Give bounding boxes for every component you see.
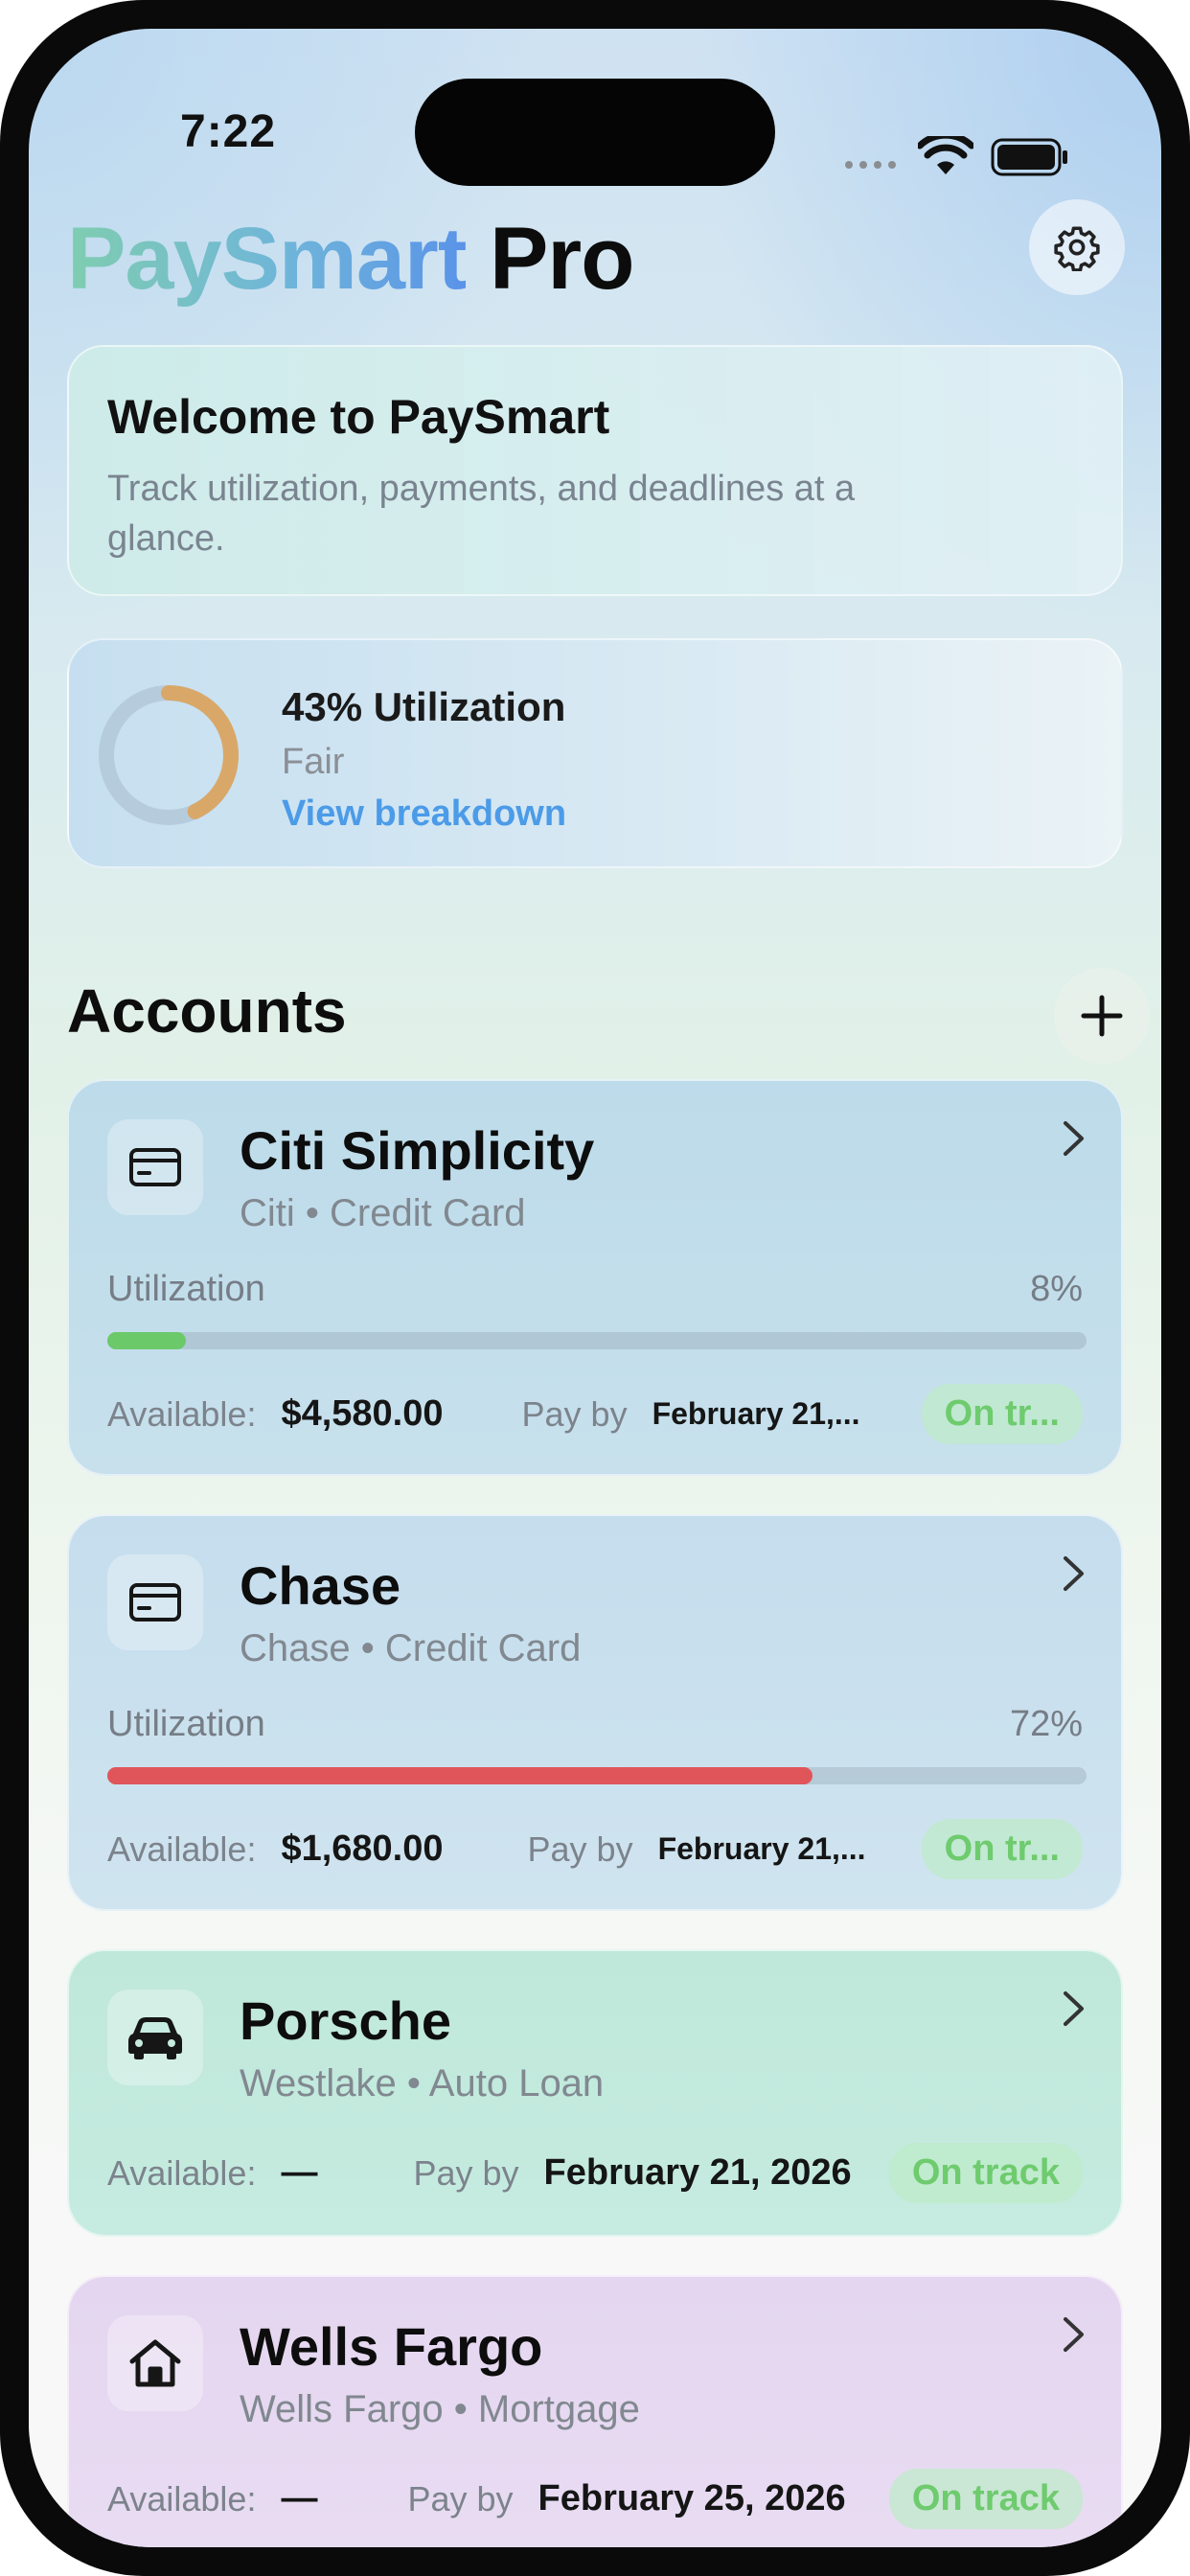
pay-by-date: February 21,... bbox=[657, 1831, 866, 1866]
accounts-heading: Accounts bbox=[67, 977, 347, 1046]
house-icon bbox=[129, 2339, 181, 2387]
utilization-label: Utilization bbox=[107, 1704, 265, 1744]
welcome-subtitle: Track utilization, payments, and deadlin… bbox=[107, 469, 856, 559]
available-value: — bbox=[281, 2478, 318, 2518]
account-icon-box bbox=[107, 1554, 203, 1650]
status-time: 7:22 bbox=[180, 106, 277, 157]
chevron-right-icon bbox=[1064, 1991, 1084, 2026]
account-card-chase[interactable]: Chase Chase • Credit Card Utilization 72… bbox=[67, 1514, 1123, 1911]
chevron-right-icon bbox=[1064, 1121, 1084, 1156]
add-account-button[interactable] bbox=[1054, 968, 1150, 1064]
status-badge: On track bbox=[888, 2469, 1083, 2529]
welcome-title: Welcome to PaySmart bbox=[107, 390, 610, 444]
available-label: Available: bbox=[107, 1393, 257, 1434]
chevron-right-icon bbox=[1064, 2317, 1084, 2352]
available-label: Available: bbox=[107, 2478, 257, 2518]
available-value: $1,680.00 bbox=[281, 1828, 444, 1869]
settings-button[interactable] bbox=[1029, 199, 1125, 295]
account-icon-box bbox=[107, 1119, 203, 1215]
utilization-bar-fill bbox=[107, 1767, 812, 1784]
available-value: $4,580.00 bbox=[281, 1393, 444, 1434]
account-subtitle: Wells Fargo • Mortgage bbox=[240, 2388, 640, 2430]
device-frame: 7:22 PaySmart Pro Welcome to PaySmart Tr… bbox=[0, 0, 1190, 2576]
status-badge: On track bbox=[888, 2143, 1083, 2203]
credit-card-icon bbox=[129, 1148, 181, 1186]
account-summary-row: Available: — Pay by February 25, 2026 On… bbox=[107, 2469, 1083, 2529]
account-name: Porsche bbox=[240, 1990, 451, 2051]
utilization-bar bbox=[107, 1767, 1087, 1784]
app-title: PaySmart Pro bbox=[67, 209, 634, 310]
battery-icon bbox=[991, 138, 1067, 176]
account-icon-box bbox=[107, 1990, 203, 2085]
status-badge: On tr... bbox=[921, 1819, 1083, 1879]
utilization-value: 72% bbox=[1009, 1704, 1083, 1744]
app-title-suffix: Pro bbox=[490, 210, 634, 308]
view-breakdown-link[interactable]: View breakdown bbox=[282, 794, 566, 835]
account-summary-row: Available: $1,680.00 Pay by February 21,… bbox=[107, 1819, 1083, 1879]
utilization-value: 8% bbox=[1030, 1269, 1083, 1309]
utilization-rating: Fair bbox=[282, 742, 345, 782]
account-name: Chase bbox=[240, 1555, 401, 1616]
signal-icon bbox=[845, 161, 896, 169]
utilization-ring bbox=[99, 685, 239, 825]
account-subtitle: Citi • Credit Card bbox=[240, 1192, 526, 1234]
account-icon-box bbox=[107, 2315, 203, 2411]
account-subtitle: Westlake • Auto Loan bbox=[240, 2062, 605, 2104]
account-card-wells-fargo[interactable]: Wells Fargo Wells Fargo • Mortgage Avail… bbox=[67, 2275, 1123, 2547]
car-icon bbox=[128, 2017, 182, 2059]
utilization-bar bbox=[107, 1332, 1087, 1349]
pay-by-label: Pay by bbox=[413, 2152, 519, 2193]
pay-by-label: Pay by bbox=[527, 1828, 633, 1869]
available-label: Available: bbox=[107, 2152, 257, 2193]
account-name: Citi Simplicity bbox=[240, 1120, 595, 1181]
pay-by-date: February 21, 2026 bbox=[543, 2152, 852, 2193]
account-subtitle: Chase • Credit Card bbox=[240, 1627, 582, 1669]
status-badge: On tr... bbox=[921, 1384, 1083, 1444]
pay-by-date: February 25, 2026 bbox=[538, 2478, 846, 2518]
available-value: — bbox=[281, 2152, 318, 2193]
wifi-icon bbox=[918, 136, 973, 174]
account-card-citi-simplicity[interactable]: Citi Simplicity Citi • Credit Card Utili… bbox=[67, 1079, 1123, 1476]
app-title-brand: PaySmart bbox=[67, 210, 467, 308]
account-card-porsche[interactable]: Porsche Westlake • Auto Loan Available: … bbox=[67, 1949, 1123, 2237]
utilization-label: Utilization bbox=[107, 1269, 265, 1309]
account-summary-row: Available: $4,580.00 Pay by February 21,… bbox=[107, 1384, 1083, 1444]
available-label: Available: bbox=[107, 1828, 257, 1869]
pay-by-label: Pay by bbox=[407, 2478, 514, 2518]
plus-icon bbox=[1081, 995, 1123, 1037]
dynamic-island bbox=[415, 79, 775, 186]
account-summary-row: Available: — Pay by February 21, 2026 On… bbox=[107, 2143, 1083, 2203]
app-screen: 7:22 PaySmart Pro Welcome to PaySmart Tr… bbox=[29, 29, 1161, 2547]
welcome-card: Welcome to PaySmart Track utilization, p… bbox=[67, 345, 1123, 596]
gear-icon bbox=[1054, 226, 1100, 271]
utilization-percent: 43% Utilization bbox=[282, 684, 566, 729]
credit-card-icon bbox=[129, 1583, 181, 1622]
pay-by-date: February 21,... bbox=[652, 1396, 860, 1431]
pay-by-label: Pay by bbox=[521, 1393, 628, 1434]
chevron-right-icon bbox=[1064, 1556, 1084, 1591]
utilization-bar-fill bbox=[107, 1332, 186, 1349]
utilization-summary-card[interactable]: 43% Utilization Fair View breakdown bbox=[67, 638, 1123, 868]
account-name: Wells Fargo bbox=[240, 2316, 543, 2377]
